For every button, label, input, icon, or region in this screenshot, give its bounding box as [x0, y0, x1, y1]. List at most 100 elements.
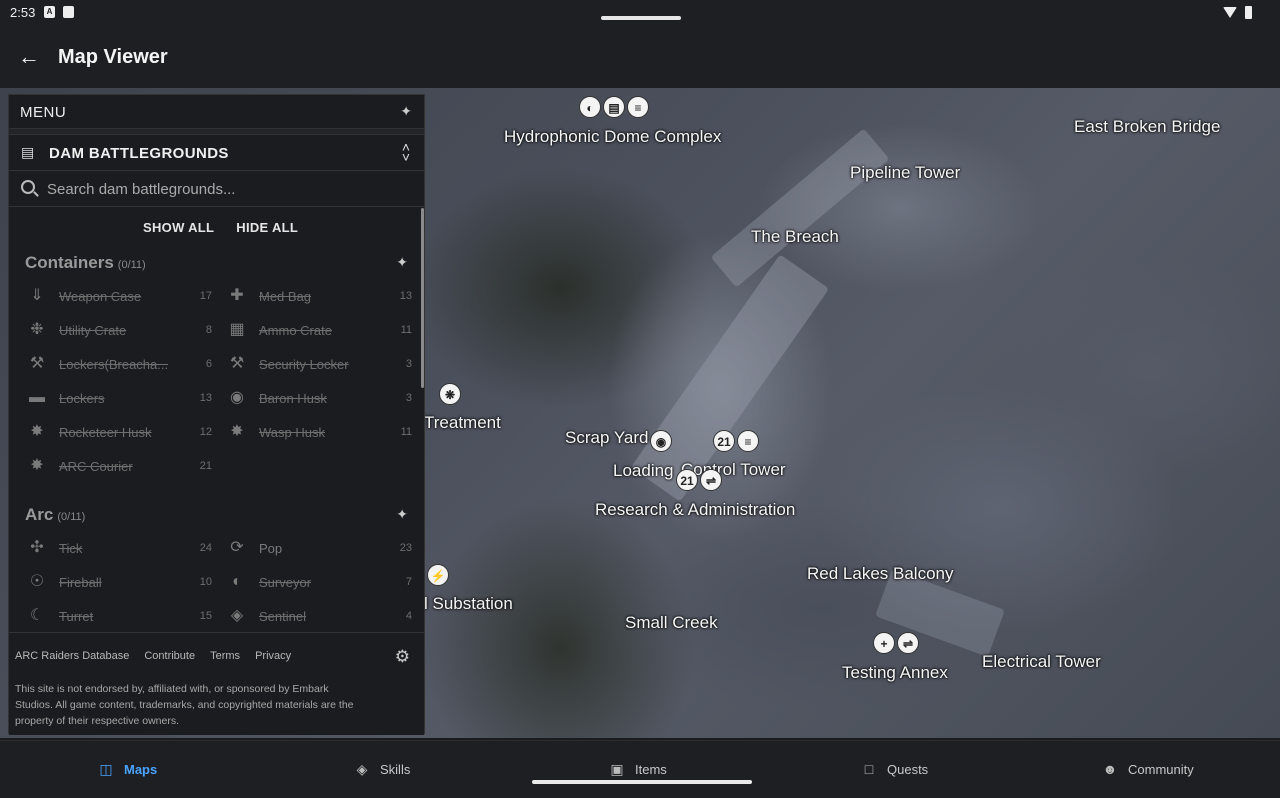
filter-item[interactable]: ☉ Fireball 10	[27, 570, 212, 594]
map-marker-icon[interactable]: ⇌	[897, 632, 919, 654]
nav-item-items[interactable]: ▣ Items	[609, 761, 667, 777]
location-label[interactable]: Electrical Tower	[982, 652, 1101, 672]
map-marker-icon[interactable]: ▤	[603, 96, 625, 118]
location-label[interactable]: East Broken Bridge	[1074, 117, 1220, 137]
location-label[interactable]: Loading	[613, 461, 674, 481]
hide-all-button[interactable]: HIDE ALL	[236, 220, 298, 235]
filter-item[interactable]: ◉ Baron Husk 3	[227, 386, 412, 410]
location-label[interactable]: Hydrophonic Dome Complex	[504, 127, 721, 147]
filter-item-count: 17	[199, 290, 212, 302]
map-marker-icon[interactable]: ◐	[579, 96, 601, 118]
filter-item-count: 3	[405, 392, 412, 404]
location-label[interactable]: The Breach	[751, 227, 839, 247]
wifi-icon	[1223, 7, 1237, 18]
nav-item-quests[interactable]: □ Quests	[861, 761, 928, 777]
map-marker-level-icon[interactable]: 21	[676, 469, 698, 491]
map-marker-level-icon[interactable]: 21	[713, 430, 735, 452]
gear-icon[interactable]: ⚙	[395, 647, 410, 667]
filter-item[interactable]: ❉ Utility Crate 8	[27, 318, 212, 342]
filter-item-label: Lockers	[59, 391, 105, 406]
map-marker-icon[interactable]: ◉	[650, 430, 672, 452]
footer-link-privacy[interactable]: Privacy	[255, 650, 291, 662]
footer-link-contribute[interactable]: Contribute	[144, 650, 195, 662]
nav-item-maps[interactable]: ◫ Maps	[98, 761, 157, 777]
filter-item-label: Pop	[259, 541, 283, 556]
location-label[interactable]: Testing Annex	[842, 663, 948, 683]
filter-item[interactable]: ⟳ Pop 23	[227, 536, 412, 560]
footer-link-terms[interactable]: Terms	[210, 650, 240, 662]
menu-header[interactable]: MENU ✦	[9, 95, 424, 129]
location-label[interactable]: l Substation	[424, 594, 513, 614]
search-icon	[21, 180, 35, 194]
location-label[interactable]: Red Lakes Balcony	[807, 564, 953, 584]
filter-item[interactable]: ▦ Ammo Crate 11	[227, 318, 412, 342]
nav-item-community[interactable]: ☻ Community	[1102, 761, 1194, 777]
back-arrow-icon[interactable]: ←	[14, 42, 44, 72]
filter-list[interactable]: SHOW ALL HIDE ALL Containers (0/11) ✦ ⇓ W…	[9, 208, 424, 632]
page-title: Map Viewer	[58, 46, 168, 68]
scrollbar[interactable]	[421, 208, 424, 388]
map-icon: ▤	[21, 144, 35, 160]
filter-item[interactable]: ✸ ARC Courier 21	[27, 454, 212, 478]
section-title-arc[interactable]: Arc (0/11)	[25, 505, 85, 525]
filter-item-label: Rocketeer Husk	[59, 425, 152, 440]
filter-item-label: Surveyor	[259, 575, 312, 590]
filter-item[interactable]: ◐ Surveyor 7	[227, 570, 412, 594]
weapon-case-icon: ⇓	[30, 287, 44, 304]
section-collapse-icon[interactable]: ✦	[396, 506, 408, 523]
section-count: (0/11)	[117, 259, 146, 271]
nav-item-skills[interactable]: ◈ Skills	[354, 761, 411, 777]
pin-icon: ◉	[230, 389, 244, 406]
show-all-button[interactable]: SHOW ALL	[143, 220, 214, 235]
filter-item[interactable]: ✚ Med Bag 13	[227, 284, 412, 308]
filter-item-label: Weapon Case	[59, 289, 142, 304]
filter-item[interactable]: ⇓ Weapon Case 17	[27, 284, 212, 308]
map-selector[interactable]: ▤ DAM BATTLEGROUNDS ˄ ˅	[9, 135, 424, 171]
footer-links: ARC Raiders Database Contribute Terms Pr…	[15, 650, 291, 662]
search-input[interactable]	[47, 177, 407, 201]
filter-item[interactable]: ☾ Turret 15	[27, 604, 212, 628]
nav-label: Items	[635, 761, 667, 777]
panel-footer: ARC Raiders Database Contribute Terms Pr…	[9, 632, 424, 735]
filter-item[interactable]: ⚒ Security Locker 3	[227, 352, 412, 376]
filter-item-count: 13	[199, 392, 212, 404]
husk-icon: ✸	[30, 457, 44, 474]
sentinel-icon: ◈	[230, 607, 244, 624]
filter-item[interactable]: ✸ Wasp Husk 11	[227, 420, 412, 444]
filter-item[interactable]: ✸ Rocketeer Husk 12	[27, 420, 212, 444]
filter-item-count: 6	[205, 358, 212, 370]
collapse-icon[interactable]: ✦	[400, 103, 412, 120]
filter-item[interactable]: ▬ Lockers 13	[27, 386, 212, 410]
quests-icon: □	[864, 761, 874, 777]
map-icon: ◫	[99, 761, 113, 777]
med-marker-icon[interactable]: +	[873, 632, 895, 654]
status-bar: 2:53 A	[0, 0, 1280, 28]
map-marker-icon[interactable]: ≡	[627, 96, 649, 118]
med-bag-icon: ✚	[230, 287, 244, 304]
section-title-containers[interactable]: Containers (0/11)	[25, 253, 146, 273]
location-label[interactable]: Research & Administration	[595, 500, 795, 520]
filter-item[interactable]: ◈ Sentinel 4	[227, 604, 412, 628]
bottom-navigation: ◫ Maps ◈ Skills ▣ Items □ Quests ☻ Commu…	[0, 740, 1280, 798]
filter-item[interactable]: ✣ Tick 24	[27, 536, 212, 560]
filter-item-count: 3	[405, 358, 412, 370]
footer-link-database[interactable]: ARC Raiders Database	[15, 650, 129, 662]
section-collapse-icon[interactable]: ✦	[396, 254, 408, 271]
nav-label: Skills	[380, 761, 411, 777]
map-marker-icon[interactable]: ❋	[439, 383, 461, 405]
location-label[interactable]: Pipeline Tower	[850, 163, 960, 183]
camera-pill	[601, 16, 681, 20]
location-label[interactable]: Treatment	[424, 413, 501, 433]
map-marker-icon[interactable]: ⇌	[700, 469, 722, 491]
status-system-icons	[1223, 6, 1252, 19]
location-label[interactable]: Scrap Yard	[565, 428, 648, 448]
husk-icon: ✸	[230, 423, 244, 440]
filter-item-label: Baron Husk	[259, 391, 327, 406]
lightning-marker-icon[interactable]: ⚡	[427, 564, 449, 586]
filter-item[interactable]: ⚒ Lockers(Breacha... 6	[27, 352, 212, 376]
location-label[interactable]: Small Creek	[625, 613, 718, 633]
turret-icon: ☾	[29, 607, 45, 624]
map-marker-icon[interactable]: ≡	[737, 430, 759, 452]
filter-item-label: Lockers(Breacha...	[59, 357, 169, 372]
status-notification-icons: A	[44, 6, 74, 18]
